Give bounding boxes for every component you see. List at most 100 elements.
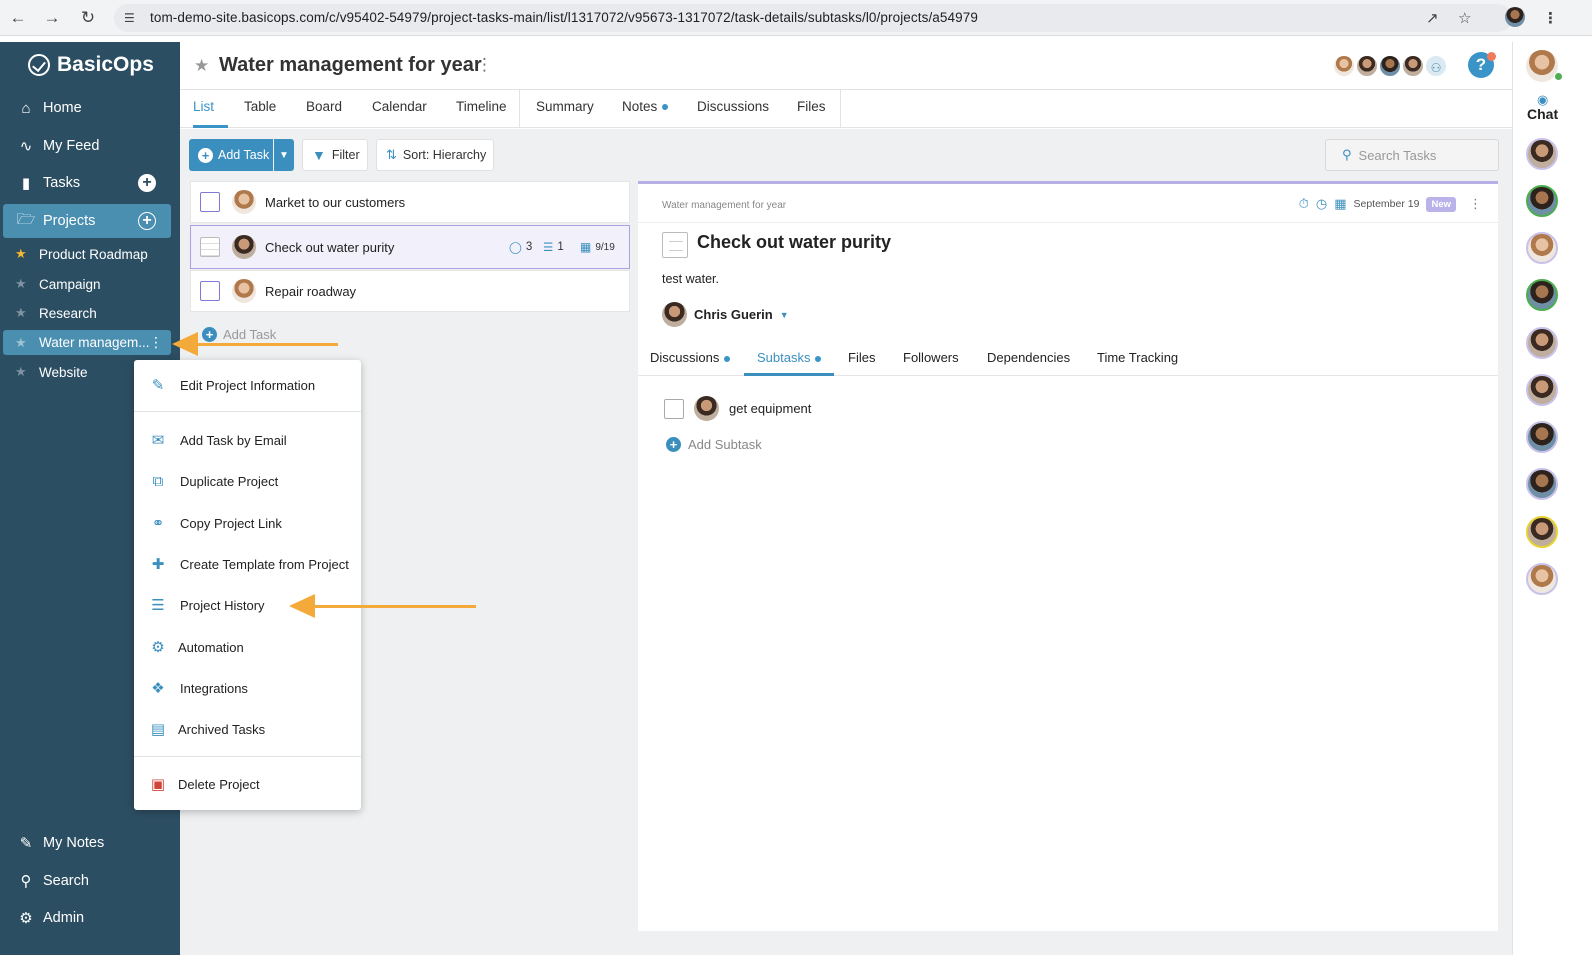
subtask-row[interactable]: get equipment [664,396,811,421]
site-settings-icon[interactable]: ☰ [124,11,135,25]
avatar[interactable] [1401,54,1425,78]
sort-icon: ⇅ [386,147,397,162]
filter-button[interactable]: ▼ Filter [302,139,368,171]
menu-edit-project-information[interactable]: ✎ Edit Project Information [134,368,361,402]
add-task-plus-icon[interactable]: + [138,174,156,192]
nav-projects[interactable]: 🗁 Projects + [3,204,171,238]
assignee-selector[interactable]: Chris Guerin ▼ [662,302,789,327]
menu-divider [134,411,361,412]
back-icon[interactable]: ← [8,8,28,28]
menu-create-template[interactable]: ✚ Create Template from Project [134,547,361,581]
url-text[interactable]: tom-demo-site.basicops.com/c/v95402-5497… [150,10,978,25]
menu-delete-project[interactable]: ▣ Delete Project [134,767,361,801]
star-icon[interactable]: ★ [15,276,33,292]
avatar[interactable] [1332,54,1356,78]
calendar-icon[interactable]: ▦ [1334,196,1346,212]
browser-menu-icon[interactable]: ⋮ [1543,9,1558,27]
tab-followers[interactable]: Followers [903,344,959,376]
task-checkbox[interactable] [200,192,220,212]
star-icon[interactable]: ★ [15,246,33,262]
project-item-product-roadmap[interactable]: ★ Product Roadmap [0,240,180,268]
task-row[interactable]: Repair roadway [190,270,630,312]
chat-contact-avatar[interactable] [1526,374,1558,406]
project-members[interactable]: ⚇ [1332,54,1448,78]
task-checkbox[interactable] [200,281,220,301]
subtask-checkbox[interactable] [664,398,684,419]
task-title[interactable]: Check out water purity [697,232,891,253]
nav-home[interactable]: ⌂ Home [0,91,180,125]
chat-contact-avatar[interactable] [1526,563,1558,595]
due-date-label[interactable]: September 19 [1353,198,1419,210]
menu-copy-project-link[interactable]: ⚭ Copy Project Link [134,506,361,540]
chat-contact-avatar[interactable] [1526,138,1558,170]
nav-my-feed[interactable]: ∿ My Feed [0,129,180,163]
avatar[interactable] [1378,54,1402,78]
bookmark-star-icon[interactable]: ☆ [1458,9,1471,27]
task-row[interactable]: Market to our customers [190,181,630,223]
chat-contact-avatar[interactable] [1526,279,1558,311]
filter-icon: ▼ [312,147,326,163]
tab-time-tracking[interactable]: Time Tracking [1097,344,1178,376]
tab-timeline[interactable]: Timeline [456,90,507,128]
menu-archived-tasks[interactable]: ▤ Archived Tasks [134,712,361,746]
add-task-button[interactable]: + Add Task [189,139,273,171]
breadcrumb[interactable]: Water management for year [662,200,786,211]
chat-contact-avatar[interactable] [1526,421,1558,453]
favorite-star-icon[interactable]: ★ [194,56,209,76]
star-icon[interactable]: ★ [15,335,33,351]
tab-files[interactable]: Files [797,90,826,128]
project-item-research[interactable]: ★ Research [0,299,180,327]
tab-dependencies[interactable]: Dependencies [987,344,1070,376]
add-task-dropdown[interactable]: ▼ [274,139,294,171]
add-project-plus-icon[interactable]: + [138,212,156,230]
tab-discussions[interactable]: Discussions [697,90,769,128]
chat-contact-avatar[interactable] [1526,185,1558,217]
more-kebab-icon[interactable]: ⋮ [1469,196,1482,212]
chat-contact-avatar[interactable] [1526,327,1558,359]
tab-table[interactable]: Table [244,90,276,128]
forward-icon[interactable]: → [42,8,62,28]
menu-add-task-by-email[interactable]: ✉ Add Task by Email [134,423,361,457]
tab-summary[interactable]: Summary [536,90,594,128]
nav-admin[interactable]: ⚙ Admin [0,901,180,935]
tab-notes[interactable]: Notes [622,90,669,128]
project-item-water-management[interactable]: ★ Water managem... ⋮ [3,330,171,355]
tab-files[interactable]: Files [848,344,875,376]
tab-board[interactable]: Board [306,90,342,128]
project-menu-kebab-icon[interactable]: ⋮ [149,334,163,351]
nav-my-notes[interactable]: ✎ My Notes [0,826,180,860]
sort-button[interactable]: ⇅ Sort: Hierarchy [376,139,494,171]
timer-icon[interactable]: ⏱ [1299,196,1309,212]
clock-icon[interactable]: ◷ [1316,196,1327,212]
chat-label[interactable]: Chat [1527,106,1558,122]
add-task-link[interactable]: + Add Task [202,327,276,342]
chat-contact-avatar[interactable] [1526,468,1558,500]
team-icon[interactable]: ⚇ [1424,54,1448,78]
menu-duplicate-project[interactable]: ⧉ Duplicate Project [134,464,361,498]
tab-list[interactable]: List [193,90,228,128]
menu-integrations[interactable]: ❖ Integrations [134,671,361,705]
star-icon[interactable]: ★ [15,364,33,380]
open-external-icon[interactable]: ↗ [1426,9,1439,27]
star-icon[interactable]: ★ [15,305,33,321]
nav-search[interactable]: ⚲ Search [0,864,180,898]
tab-subtasks[interactable]: Subtasks [744,344,835,376]
project-options-kebab-icon[interactable]: ⋮ [476,55,493,75]
task-row-selected[interactable]: Check out water purity ◯ 3 ☰ 1 ▦ 9/19 [190,225,630,269]
menu-automation[interactable]: ⚙ Automation [134,630,361,664]
search-tasks-input[interactable]: ⚲ Search Tasks [1325,139,1499,171]
status-badge[interactable]: New [1426,196,1456,212]
chat-contact-avatar[interactable] [1526,516,1558,548]
task-description[interactable]: test water. [662,272,719,286]
app-logo[interactable]: BasicOps [28,52,154,78]
tab-discussions[interactable]: Discussions [650,344,731,376]
chat-contact-avatar[interactable] [1526,232,1558,264]
project-item-campaign[interactable]: ★ Campaign [0,270,180,298]
profile-avatar[interactable] [1505,7,1525,27]
reload-icon[interactable]: ↻ [78,8,98,28]
avatar[interactable] [1355,54,1379,78]
add-subtask-link[interactable]: + Add Subtask [666,437,762,452]
tab-calendar[interactable]: Calendar [372,90,427,128]
task-doc-icon[interactable] [200,237,220,257]
nav-tasks[interactable]: ▮ Tasks + [0,166,180,200]
